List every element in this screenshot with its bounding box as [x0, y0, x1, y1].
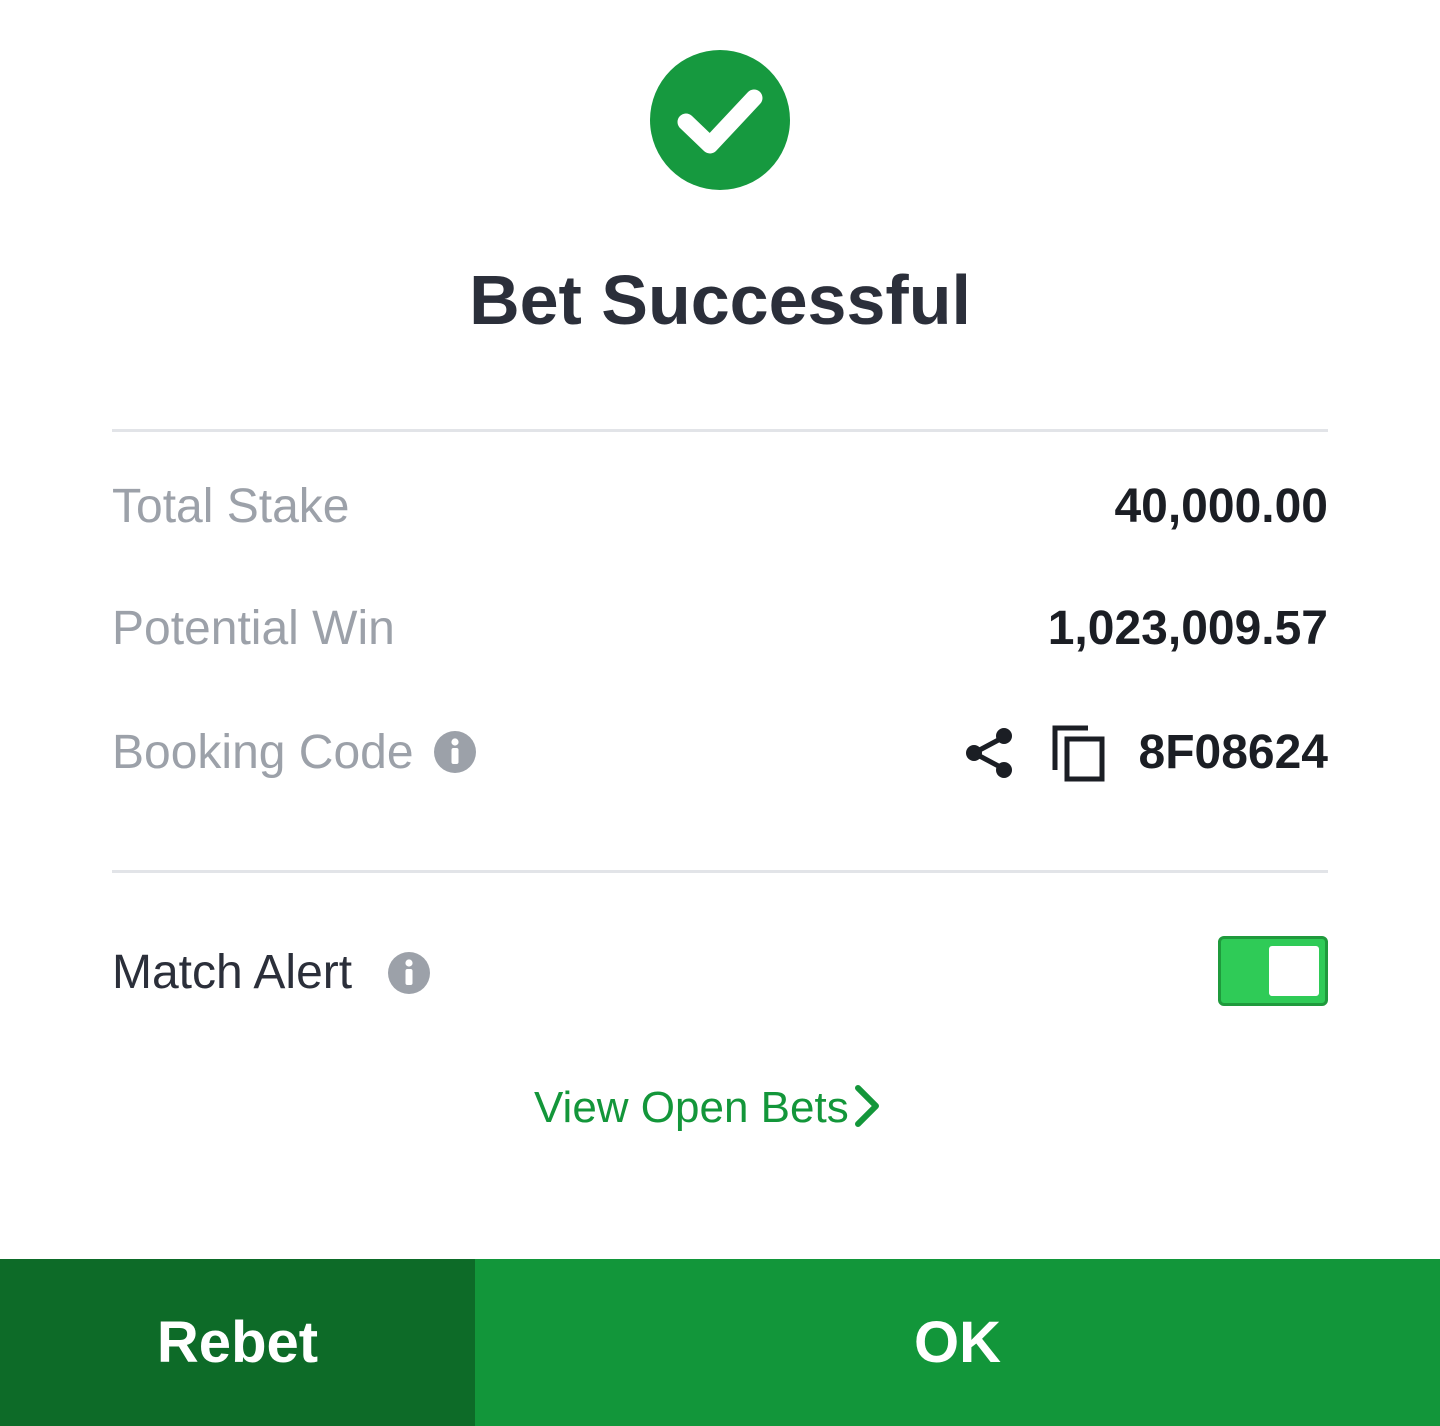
info-icon[interactable]	[387, 951, 431, 995]
match-alert-row: Match Alert	[112, 943, 1328, 1003]
total-stake-value: 40,000.00	[1114, 480, 1328, 533]
share-icon[interactable]	[962, 725, 1018, 781]
booking-code-row: Booking Code 8F08624	[112, 723, 1328, 783]
divider	[112, 870, 1328, 873]
info-icon[interactable]	[433, 730, 477, 774]
copy-icon[interactable]	[1050, 723, 1108, 783]
toggle-knob	[1269, 946, 1319, 996]
potential-win-row: Potential Win 1,023,009.57	[112, 599, 1328, 659]
check-circle-icon	[650, 50, 790, 190]
ok-button[interactable]: OK	[475, 1259, 1440, 1426]
match-alert-toggle[interactable]	[1218, 936, 1328, 1006]
rebet-button-label: Rebet	[156, 1310, 319, 1375]
total-stake-row: Total Stake 40,000.00	[112, 477, 1328, 537]
total-stake-label: Total Stake	[112, 480, 350, 533]
match-alert-label: Match Alert	[112, 946, 353, 999]
ok-button-label: OK	[914, 1310, 1001, 1375]
chevron-right-icon[interactable]	[852, 1082, 882, 1130]
rebet-button[interactable]: Rebet	[0, 1259, 475, 1426]
divider	[112, 429, 1328, 432]
page-title: Bet Successful	[469, 261, 971, 339]
potential-win-value: 1,023,009.57	[1047, 602, 1328, 655]
booking-code-label: Booking Code	[112, 726, 414, 779]
booking-code-value[interactable]: 8F08624	[1139, 723, 1329, 783]
view-open-bets-link[interactable]: View Open Bets	[534, 1078, 849, 1138]
potential-win-label: Potential Win	[112, 602, 395, 655]
